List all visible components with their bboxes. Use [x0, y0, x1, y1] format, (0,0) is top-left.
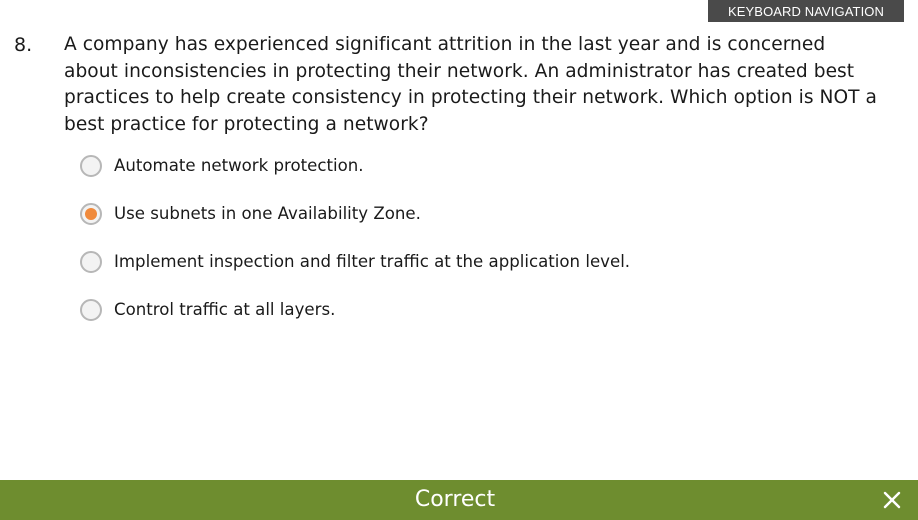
- feedback-status: Correct: [414, 487, 496, 512]
- answer-option[interactable]: Control traffic at all layers.: [80, 295, 880, 325]
- answer-options: Automate network protection. Use subnets…: [80, 151, 880, 343]
- answer-option-label: Use subnets in one Availability Zone.: [114, 204, 421, 223]
- answer-option[interactable]: Use subnets in one Availability Zone.: [80, 199, 880, 229]
- answer-option[interactable]: Implement inspection and filter traffic …: [80, 247, 880, 277]
- feedback-bar: Correct: [0, 480, 918, 520]
- answer-option[interactable]: Automate network protection.: [80, 151, 880, 181]
- question-text: A company has experienced significant at…: [64, 34, 877, 136]
- answer-option-label: Control traffic at all layers.: [114, 300, 336, 319]
- radio-button[interactable]: [80, 299, 102, 321]
- answer-option-label: Automate network protection.: [114, 156, 364, 175]
- answer-option-label: Implement inspection and filter traffic …: [114, 252, 631, 271]
- close-icon[interactable]: [880, 488, 904, 512]
- radio-button[interactable]: [80, 155, 102, 177]
- keyboard-navigation-button[interactable]: KEYBOARD NAVIGATION: [708, 0, 904, 22]
- question-number: 8.: [14, 34, 33, 56]
- radio-button[interactable]: [80, 251, 102, 273]
- radio-button-selected[interactable]: [80, 203, 102, 225]
